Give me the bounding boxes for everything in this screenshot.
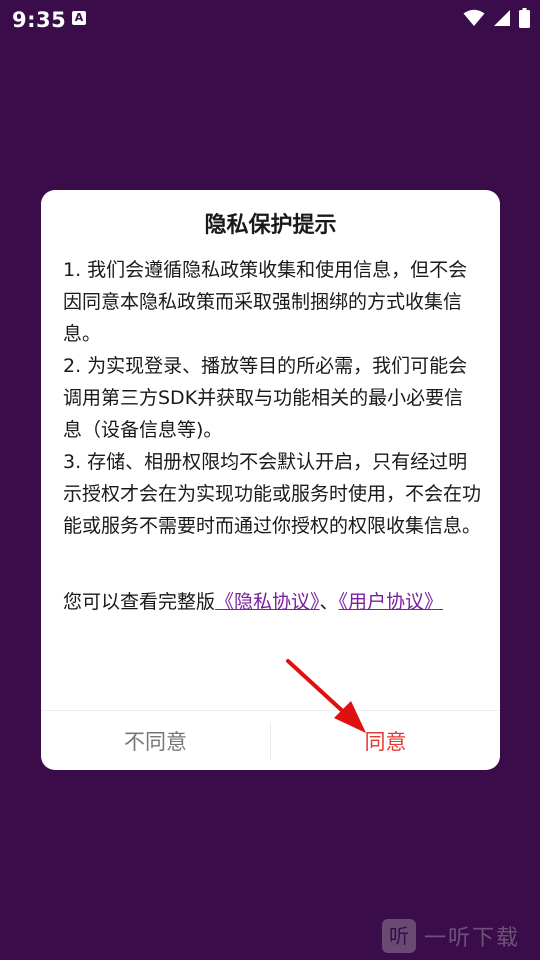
disagree-button[interactable]: 不同意 — [41, 711, 270, 770]
signal-icon — [494, 10, 510, 26]
status-time: 9:35 — [12, 8, 67, 32]
policy-links: 您可以查看完整版《隐私协议》、《用户协议》 — [63, 583, 481, 621]
privacy-dialog: 隐私保护提示 1. 我们会遵循隐私政策收集和使用信息，但不会因同意本隐私政策而采… — [41, 190, 500, 770]
policy-paragraph-1: 1. 我们会遵循隐私政策收集和使用信息，但不会因同意本隐私政策而采取强制捆绑的方… — [63, 259, 468, 345]
watermark-logo-icon: 听 — [382, 919, 416, 953]
battery-icon — [519, 8, 530, 28]
policy-paragraph-3: 3. 存储、相册权限均不会默认开启，只有经过明示授权才会在为实现功能或服务时使用… — [63, 451, 482, 537]
privacy-agreement-link[interactable]: 《隐私协议》 — [215, 591, 320, 613]
wifi-icon — [463, 9, 485, 26]
user-agreement-link[interactable]: 《用户协议》 — [339, 591, 444, 613]
policy-paragraph-2: 2. 为实现登录、播放等目的所必需，我们可能会调用第三方SDK并获取与功能相关的… — [63, 355, 468, 441]
dialog-title: 隐私保护提示 — [204, 213, 337, 238]
watermark-text: 一听下载 — [424, 926, 521, 951]
watermark: 听 一听下载 — [382, 916, 538, 956]
status-bar: 9:35 A — [0, 0, 540, 40]
links-separator: 、 — [319, 591, 339, 613]
agree-button[interactable]: 同意 — [271, 711, 500, 770]
links-prefix: 您可以查看完整版 — [63, 591, 216, 613]
dialog-body: 1. 我们会遵循隐私政策收集和使用信息，但不会因同意本隐私政策而采取强制捆绑的方… — [63, 254, 481, 542]
a-notification-icon: A — [72, 11, 86, 25]
status-icons — [463, 8, 530, 28]
